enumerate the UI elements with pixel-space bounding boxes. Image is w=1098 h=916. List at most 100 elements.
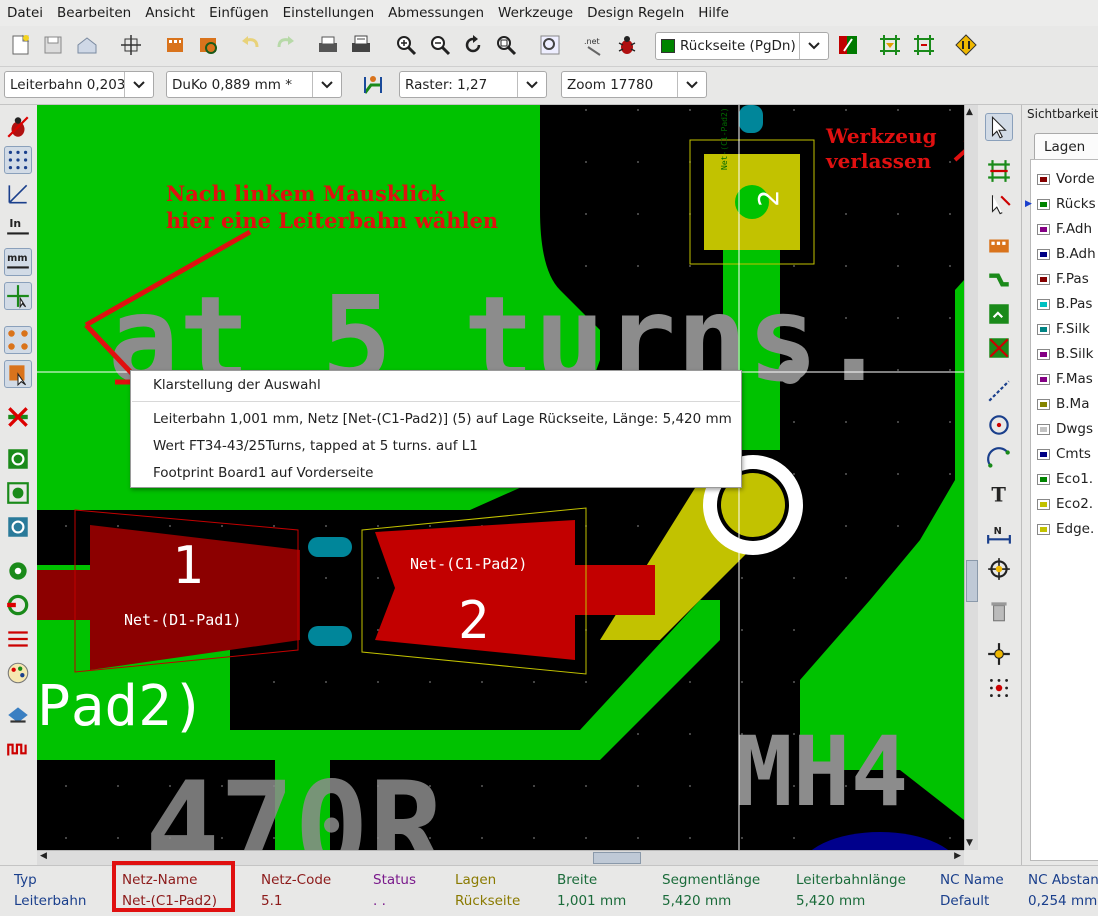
via-size-select[interactable]: DuKo 0,889 mm * — [166, 71, 342, 98]
layer-color-swatch[interactable] — [1037, 173, 1050, 185]
layer-item[interactable]: Cmts — [1037, 443, 1091, 465]
drc-icon[interactable] — [614, 32, 640, 58]
chevron-down-icon[interactable] — [677, 72, 706, 97]
popup-item-value[interactable]: Wert FT34-43/25Turns, tapped at 5 turns.… — [153, 438, 478, 454]
show-zones-icon[interactable] — [4, 445, 32, 473]
layer-item[interactable]: B.Ma — [1037, 393, 1089, 415]
layer-item[interactable]: ▶ Rücks — [1025, 193, 1096, 215]
add-arc-icon[interactable] — [985, 445, 1013, 473]
autoroute-icon[interactable] — [877, 32, 903, 58]
microwave-toolbar-icon[interactable] — [4, 701, 32, 729]
select-tool-icon[interactable] — [985, 113, 1013, 141]
scroll-left-icon[interactable]: ◀ — [40, 851, 47, 861]
layer-item[interactable]: B.Silk — [1037, 343, 1093, 365]
layer-item[interactable]: Vorde — [1037, 168, 1095, 190]
track-width-select[interactable]: Leiterbahn 0,203 — [4, 71, 154, 98]
menu-einstellungen[interactable]: Einstellungen — [276, 5, 382, 21]
drc-off-icon[interactable] — [4, 113, 32, 141]
menu-werkzeuge[interactable]: Werkzeuge — [491, 5, 580, 21]
layer-color-swatch[interactable] — [1037, 398, 1050, 410]
keepout-zone-icon[interactable] — [985, 334, 1013, 362]
menu-abmessungen[interactable]: Abmessungen — [381, 5, 491, 21]
auto-delete-track-icon[interactable] — [4, 403, 32, 431]
add-dimension-icon[interactable]: N — [985, 521, 1013, 549]
add-target-icon[interactable] — [985, 555, 1013, 583]
menu-datei[interactable]: Datei — [0, 5, 50, 21]
scroll-right-icon[interactable]: ▶ — [954, 851, 961, 861]
chevron-down-icon[interactable] — [124, 72, 153, 97]
undo-icon[interactable] — [238, 32, 264, 58]
scroll-down-icon[interactable]: ▼ — [966, 838, 973, 848]
polar-coords-icon[interactable] — [4, 180, 32, 208]
zone-fill-off-icon[interactable] — [4, 513, 32, 541]
save-board-icon[interactable] — [74, 32, 100, 58]
menu-design-regeln[interactable]: Design Regeln — [580, 5, 691, 21]
grid-origin-icon[interactable] — [985, 674, 1013, 702]
page-settings-icon[interactable] — [118, 32, 144, 58]
netlist-icon[interactable]: .net — [581, 32, 607, 58]
menu-einfuegen[interactable]: Einfügen — [202, 5, 276, 21]
zoom-select[interactable]: Zoom 17780 — [561, 71, 707, 98]
module-viewer-icon[interactable] — [195, 32, 221, 58]
add-circle-icon[interactable] — [985, 411, 1013, 439]
layer-item[interactable]: F.Mas — [1037, 368, 1093, 390]
set-origin-icon[interactable] — [985, 640, 1013, 668]
chevron-down-icon[interactable] — [799, 33, 828, 59]
layer-item[interactable]: B.Adh — [1037, 243, 1096, 265]
layer-item[interactable]: B.Pas — [1037, 293, 1092, 315]
local-ratsnest-icon[interactable] — [985, 191, 1013, 219]
open-board-icon[interactable] — [40, 32, 66, 58]
units-inch-icon[interactable]: In — [4, 214, 32, 242]
zone-outline-icon[interactable] — [4, 479, 32, 507]
print-icon[interactable] — [315, 32, 341, 58]
layer-color-swatch[interactable] — [1037, 273, 1050, 285]
find-icon[interactable] — [537, 32, 563, 58]
zoom-fit-icon[interactable] — [493, 32, 519, 58]
microwave-icon[interactable] — [953, 32, 979, 58]
layer-item[interactable]: F.Silk — [1037, 318, 1090, 340]
ratsnest-icon[interactable] — [4, 326, 32, 354]
redraw-icon[interactable] — [460, 32, 486, 58]
module-ratsnest-icon[interactable] — [4, 360, 32, 388]
vertical-scroll-thumb[interactable] — [966, 560, 978, 602]
zoom-out-icon[interactable] — [427, 32, 453, 58]
popup-item-track[interactable]: Leiterbahn 1,001 mm, Netz [Net-(C1-Pad2)… — [153, 411, 732, 427]
units-mm-icon[interactable]: mm — [4, 248, 32, 276]
module-editor-icon[interactable] — [162, 32, 188, 58]
layer-item[interactable]: F.Adh — [1037, 218, 1092, 240]
popup-item-footprint[interactable]: Footprint Board1 auf Vorderseite — [153, 465, 373, 481]
chevron-down-icon[interactable] — [312, 72, 341, 97]
cursor-shape-icon[interactable] — [4, 282, 32, 310]
chevron-down-icon[interactable] — [517, 72, 546, 97]
layer-color-swatch[interactable] — [1037, 448, 1050, 460]
layer-color-swatch[interactable] — [1037, 498, 1050, 510]
grid-toggle-icon[interactable] — [4, 146, 32, 174]
add-text-icon[interactable]: T — [985, 479, 1013, 507]
layer-item[interactable]: Dwgs — [1037, 418, 1093, 440]
layer-color-swatch[interactable] — [1037, 298, 1050, 310]
scroll-up-icon[interactable]: ▲ — [966, 107, 973, 117]
via-sketch-icon[interactable] — [4, 591, 32, 619]
layer-item[interactable]: Eco2. — [1037, 493, 1093, 515]
layer-item[interactable]: Edge. — [1037, 518, 1094, 540]
layer-color-swatch[interactable] — [1037, 473, 1050, 485]
add-track-icon[interactable] — [985, 266, 1013, 294]
layer-color-swatch[interactable] — [1037, 423, 1050, 435]
layer-item[interactable]: F.Pas — [1037, 268, 1089, 290]
layer-color-swatch[interactable] — [1037, 373, 1050, 385]
menu-ansicht[interactable]: Ansicht — [138, 5, 202, 21]
tab-layers[interactable]: Lagen — [1034, 133, 1098, 159]
zoom-in-icon[interactable] — [393, 32, 419, 58]
add-module-icon[interactable] — [985, 232, 1013, 260]
layer-item[interactable]: Eco1. — [1037, 468, 1093, 490]
new-board-icon[interactable] — [8, 32, 34, 58]
layer-color-swatch[interactable] — [1037, 348, 1050, 360]
menu-hilfe[interactable]: Hilfe — [691, 5, 736, 21]
layer-pair-icon[interactable] — [835, 32, 861, 58]
layer-color-swatch[interactable] — [1037, 523, 1050, 535]
horizontal-scroll-thumb[interactable] — [593, 852, 641, 864]
auto-track-width-icon[interactable] — [360, 72, 386, 98]
high-contrast-icon[interactable] — [4, 659, 32, 687]
layer-color-swatch[interactable] — [1037, 323, 1050, 335]
layer-select[interactable]: Rückseite (PgDn) — [655, 32, 829, 60]
